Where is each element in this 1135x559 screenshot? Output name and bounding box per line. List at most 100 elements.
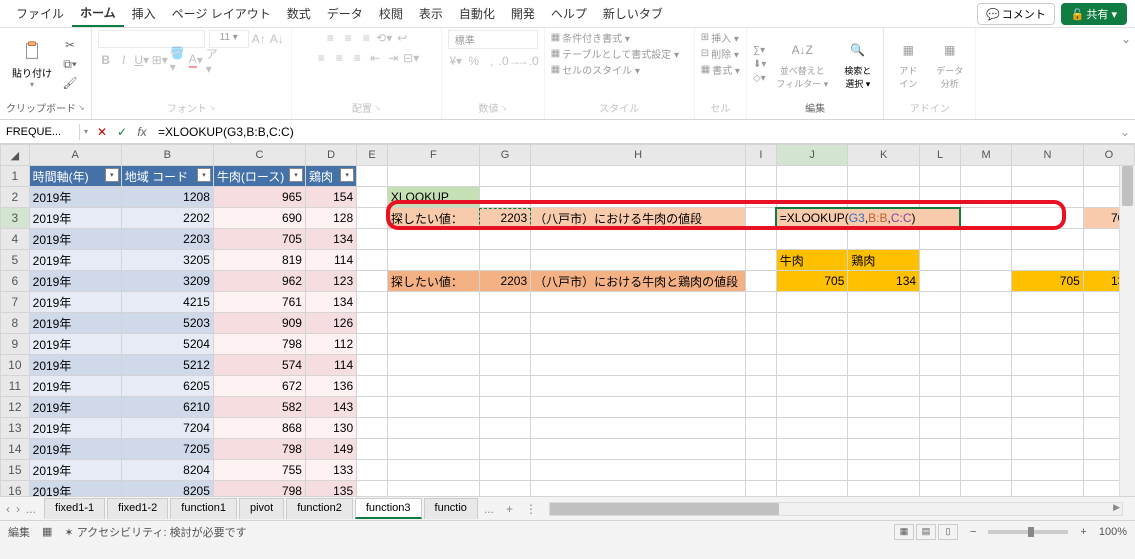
cell-D2[interactable]: 154	[305, 187, 356, 208]
cell-L1[interactable]	[920, 166, 961, 187]
cell-J7[interactable]	[776, 292, 848, 313]
italic-icon[interactable]: I	[116, 52, 132, 68]
menu-file[interactable]: ファイル	[8, 1, 72, 26]
align-middle-icon[interactable]: ≡	[340, 30, 356, 46]
cell-J16[interactable]	[776, 481, 848, 497]
cell-B1[interactable]: 地域 コード▾	[121, 166, 213, 187]
cell-A13[interactable]: 2019年	[29, 418, 121, 439]
cell-D6[interactable]: 123	[305, 271, 356, 292]
cell-B10[interactable]: 5212	[121, 355, 213, 376]
select-all-corner[interactable]: ◢	[1, 145, 30, 166]
cell-A2[interactable]: 2019年	[29, 187, 121, 208]
cell-C10[interactable]: 574	[213, 355, 305, 376]
cell-N1[interactable]	[1012, 166, 1084, 187]
cell-D3[interactable]: 128	[305, 208, 356, 229]
tab-more-icon[interactable]: ...	[24, 502, 38, 516]
cell-J6[interactable]: 705	[776, 271, 848, 292]
cell-G12[interactable]	[479, 397, 530, 418]
cell-K10[interactable]	[848, 355, 920, 376]
cell-M4[interactable]	[960, 229, 1011, 250]
sheet-tab-function2[interactable]: function2	[286, 498, 353, 519]
cell-G6[interactable]: 2203	[479, 271, 530, 292]
cell-C14[interactable]: 798	[213, 439, 305, 460]
cell-H14[interactable]	[531, 439, 746, 460]
cell-F2[interactable]: XLOOKUP	[387, 187, 479, 208]
cell-M6[interactable]	[960, 271, 1011, 292]
filter-arrow-icon[interactable]: ▾	[340, 168, 354, 182]
cell-B5[interactable]: 3205	[121, 250, 213, 271]
format-cells-button[interactable]: ▦ 書式 ▾	[701, 62, 740, 77]
cell-G13[interactable]	[479, 418, 530, 439]
cell-G10[interactable]	[479, 355, 530, 376]
cell-B8[interactable]: 5203	[121, 313, 213, 334]
ribbon-collapse-icon[interactable]: ⌄	[1121, 32, 1131, 46]
cell-E14[interactable]	[357, 439, 388, 460]
cell-H6[interactable]: （八戸市）における牛肉と鶏肉の値段	[531, 271, 746, 292]
cell-C3[interactable]: 690	[213, 208, 305, 229]
col-A[interactable]: A	[29, 145, 121, 166]
cell-C11[interactable]: 672	[213, 376, 305, 397]
cell-N14[interactable]	[1012, 439, 1084, 460]
cell-B7[interactable]: 4215	[121, 292, 213, 313]
cell-G16[interactable]	[479, 481, 530, 497]
cell-L2[interactable]	[920, 187, 961, 208]
cell-H16[interactable]	[531, 481, 746, 497]
cell-J2[interactable]	[776, 187, 848, 208]
cell-I8[interactable]	[746, 313, 777, 334]
menu-formulas[interactable]: 数式	[279, 1, 319, 26]
cell-J1[interactable]	[776, 166, 848, 187]
align-bottom-icon[interactable]: ≡	[358, 30, 374, 46]
zoom-out-icon[interactable]: −	[970, 526, 976, 538]
data-analysis-button[interactable]: ▦ データ 分析	[930, 36, 969, 92]
cell-G14[interactable]	[479, 439, 530, 460]
cell-I12[interactable]	[746, 397, 777, 418]
cell-N16[interactable]	[1012, 481, 1084, 497]
cell-D4[interactable]: 134	[305, 229, 356, 250]
formula-input[interactable]: =XLOOKUP(G3,B:B,C:C)	[152, 123, 1115, 141]
cond-format-button[interactable]: ▦ 条件付き書式 ▾	[551, 30, 630, 45]
cell-I2[interactable]	[746, 187, 777, 208]
cell-A11[interactable]: 2019年	[29, 376, 121, 397]
cell-I16[interactable]	[746, 481, 777, 497]
cell-J13[interactable]	[776, 418, 848, 439]
col-D[interactable]: D	[305, 145, 356, 166]
cell-D1[interactable]: 鶏肉▾	[305, 166, 356, 187]
cell-A14[interactable]: 2019年	[29, 439, 121, 460]
clipboard-launcher-icon[interactable]: ↘	[78, 103, 85, 112]
menu-page-layout[interactable]: ページ レイアウト	[164, 1, 279, 26]
cell-I9[interactable]	[746, 334, 777, 355]
cell-C4[interactable]: 705	[213, 229, 305, 250]
menu-new-tab[interactable]: 新しいタブ	[595, 1, 671, 26]
cell-J15[interactable]	[776, 460, 848, 481]
underline-icon[interactable]: U▾	[134, 52, 150, 68]
cell-M5[interactable]	[960, 250, 1011, 271]
menu-review[interactable]: 校閲	[371, 1, 411, 26]
zoom-level[interactable]: 100%	[1099, 526, 1127, 538]
menu-automate[interactable]: 自動化	[451, 1, 503, 26]
cell-H13[interactable]	[531, 418, 746, 439]
cell-B6[interactable]: 3209	[121, 271, 213, 292]
cell-E12[interactable]	[357, 397, 388, 418]
cell-E2[interactable]	[357, 187, 388, 208]
row-header[interactable]: 1	[1, 166, 30, 187]
cell-L14[interactable]	[920, 439, 961, 460]
font-color-icon[interactable]: A▾	[188, 52, 204, 68]
percent-icon[interactable]: %	[466, 53, 482, 69]
cell-A5[interactable]: 2019年	[29, 250, 121, 271]
filter-arrow-icon[interactable]: ▾	[105, 168, 119, 182]
cell-F13[interactable]	[387, 418, 479, 439]
cell-L13[interactable]	[920, 418, 961, 439]
align-top-icon[interactable]: ≡	[322, 30, 338, 46]
col-C[interactable]: C	[213, 145, 305, 166]
cell-L15[interactable]	[920, 460, 961, 481]
align-center-icon[interactable]: ≡	[331, 50, 347, 66]
cell-N8[interactable]	[1012, 313, 1084, 334]
cell-I5[interactable]	[746, 250, 777, 271]
cell-B11[interactable]: 6205	[121, 376, 213, 397]
cell-H10[interactable]	[531, 355, 746, 376]
zoom-slider[interactable]	[988, 530, 1068, 534]
cell-K2[interactable]	[848, 187, 920, 208]
cell-H12[interactable]	[531, 397, 746, 418]
border-icon[interactable]: ⊞▾	[152, 52, 168, 68]
menu-home[interactable]: ホーム	[72, 0, 124, 27]
